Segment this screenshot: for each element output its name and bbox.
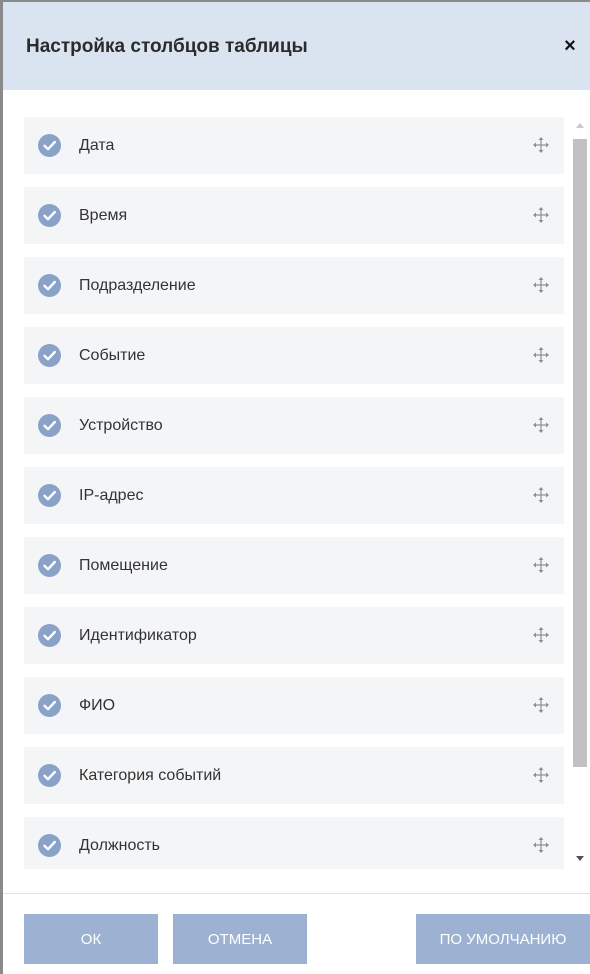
move-arrows-icon[interactable]: [532, 346, 550, 364]
check-circle-icon[interactable]: [38, 414, 61, 437]
column-item-label: ФИО: [79, 697, 116, 714]
column-item-label: IP-адрес: [79, 487, 144, 504]
dialog-title: Настройка столбцов таблицы: [26, 36, 308, 57]
move-arrows-icon[interactable]: [532, 556, 550, 574]
scroll-up-arrow-icon[interactable]: [576, 123, 584, 128]
move-arrows-icon[interactable]: [532, 766, 550, 784]
check-circle-icon[interactable]: [38, 764, 61, 787]
column-item[interactable]: Помещение: [24, 537, 564, 594]
scroll-thumb[interactable]: [573, 139, 587, 767]
move-arrows-icon[interactable]: [532, 626, 550, 644]
column-item[interactable]: ФИО: [24, 677, 564, 734]
check-circle-icon[interactable]: [38, 834, 61, 857]
column-item-label: Должность: [79, 837, 160, 854]
column-item-label: Категория событий: [79, 767, 222, 784]
check-circle-icon[interactable]: [38, 204, 61, 227]
column-item[interactable]: Должность: [24, 817, 564, 869]
close-icon[interactable]: ×: [562, 36, 578, 56]
column-item-label: Устройство: [79, 417, 163, 434]
column-item-label: Событие: [79, 347, 146, 364]
cancel-button[interactable]: ОТМЕНА: [173, 914, 307, 964]
column-item[interactable]: Подразделение: [24, 257, 564, 314]
check-circle-icon[interactable]: [38, 624, 61, 647]
check-circle-icon[interactable]: [38, 274, 61, 297]
footer-divider: [3, 893, 590, 894]
columns-list: Дата Время Подразделение Событие Устройство I…: [24, 115, 564, 869]
move-arrows-icon[interactable]: [532, 136, 550, 154]
column-item[interactable]: Идентификатор: [24, 607, 564, 664]
move-arrows-icon[interactable]: [532, 486, 550, 504]
column-item-label: Идентификатор: [79, 627, 197, 644]
default-button[interactable]: ПО УМОЛЧАНИЮ: [416, 914, 590, 964]
scroll-down-arrow-icon[interactable]: [576, 856, 584, 861]
column-settings-dialog: Настройка столбцов таблицы × Дата Время По…: [0, 0, 590, 974]
column-item-label: Время: [79, 207, 128, 224]
column-item-label: Помещение: [79, 557, 168, 574]
column-item[interactable]: Устройство: [24, 397, 564, 454]
check-circle-icon[interactable]: [38, 484, 61, 507]
check-circle-icon[interactable]: [38, 554, 61, 577]
check-circle-icon[interactable]: [38, 134, 61, 157]
check-circle-icon[interactable]: [38, 344, 61, 367]
check-circle-icon[interactable]: [38, 694, 61, 717]
move-arrows-icon[interactable]: [532, 206, 550, 224]
ok-button[interactable]: ОК: [24, 914, 158, 964]
move-arrows-icon[interactable]: [532, 836, 550, 854]
move-arrows-icon[interactable]: [532, 416, 550, 434]
move-arrows-icon[interactable]: [532, 696, 550, 714]
column-item[interactable]: IP-адрес: [24, 467, 564, 524]
column-item-label: Дата: [79, 137, 115, 154]
move-arrows-icon[interactable]: [532, 276, 550, 294]
column-item[interactable]: Категория событий: [24, 747, 564, 804]
column-item[interactable]: Событие: [24, 327, 564, 384]
dialog-header: Настройка столбцов таблицы ×: [3, 2, 590, 90]
column-item-label: Подразделение: [79, 277, 196, 294]
column-item[interactable]: Дата: [24, 117, 564, 174]
column-item[interactable]: Время: [24, 187, 564, 244]
list-scrollbar[interactable]: [571, 115, 589, 869]
